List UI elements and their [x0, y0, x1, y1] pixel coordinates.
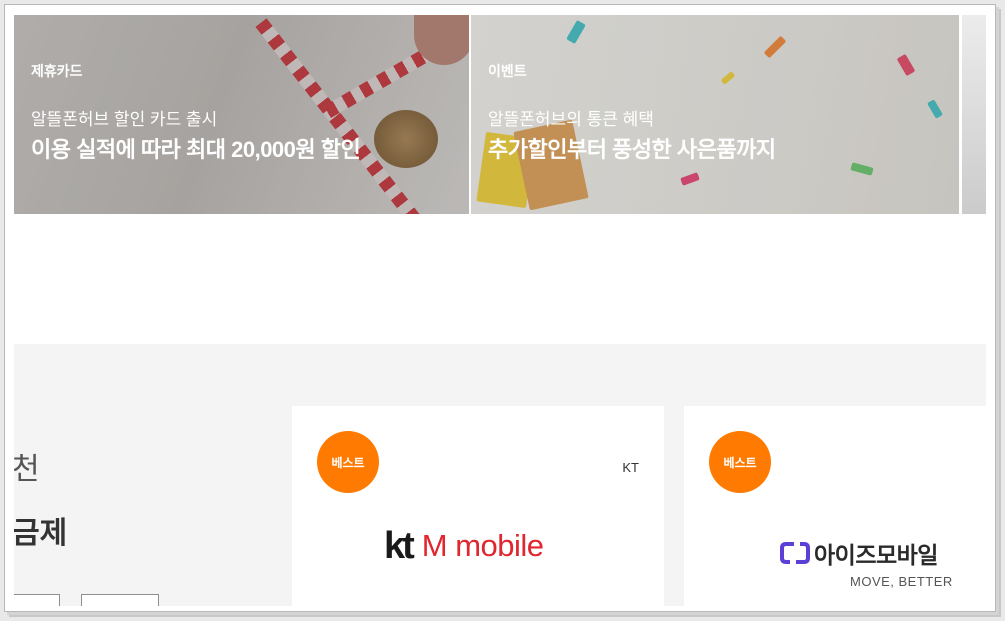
banner-headline: 이용 실적에 따라 최대 20,000원 할인 — [31, 137, 361, 162]
logo-text: M mobile — [421, 528, 544, 563]
page-viewport: 제휴카드 알뜰폰허브 할인 카드 출시 이용 실적에 따라 최대 20,000원… — [14, 14, 986, 606]
plan-card-ktm[interactable]: 베스트 KT kt M mobile — [292, 406, 664, 606]
izmobile-logo: 아이즈모바일 MOVE, BETTER — [780, 536, 953, 589]
logo-mark: kt — [384, 524, 415, 567]
section-subtitle: 금제 — [14, 517, 68, 550]
banner-headline: 추가할인부터 풍성한 사은품까지 — [488, 137, 776, 162]
banner-subtitle: 알뜰폰허브 할인 카드 출시 — [31, 110, 218, 129]
carrier-label: KT — [622, 460, 639, 475]
best-badge: 베스트 — [317, 431, 379, 493]
banner-event[interactable]: 이벤트 알뜰폰허브의 통큰 혜택 추가할인부터 풍성한 사은품까지 — [471, 15, 959, 214]
section-title: 천 — [14, 453, 40, 486]
filter-button[interactable] — [81, 594, 159, 606]
recommend-section: 천 금제 베스트 KT kt M mobile 베스트 아이즈모바일 MOVE,… — [14, 344, 986, 606]
logo-tagline: MOVE, BETTER — [850, 574, 953, 589]
filter-button[interactable] — [14, 594, 60, 606]
ktm-mobile-logo: kt M mobile — [384, 524, 544, 567]
izmobile-logo-icon — [780, 542, 810, 564]
banner-partner-card[interactable]: 제휴카드 알뜰폰허브 할인 카드 출시 이용 실적에 따라 최대 20,000원… — [14, 15, 469, 214]
banner-subtitle: 알뜰폰허브의 통큰 혜택 — [488, 110, 654, 129]
banner-tag: 제휴카드 — [31, 63, 83, 79]
logo-text: 아이즈모바일 — [814, 542, 938, 568]
best-badge: 베스트 — [709, 431, 771, 493]
plan-card-izmobile[interactable]: 베스트 아이즈모바일 MOVE, BETTER — [684, 406, 986, 606]
browser-frame: 제휴카드 알뜰폰허브 할인 카드 출시 이용 실적에 따라 최대 20,000원… — [4, 4, 996, 612]
banner-next-partial[interactable] — [962, 15, 986, 214]
banner-tag: 이벤트 — [488, 63, 527, 79]
